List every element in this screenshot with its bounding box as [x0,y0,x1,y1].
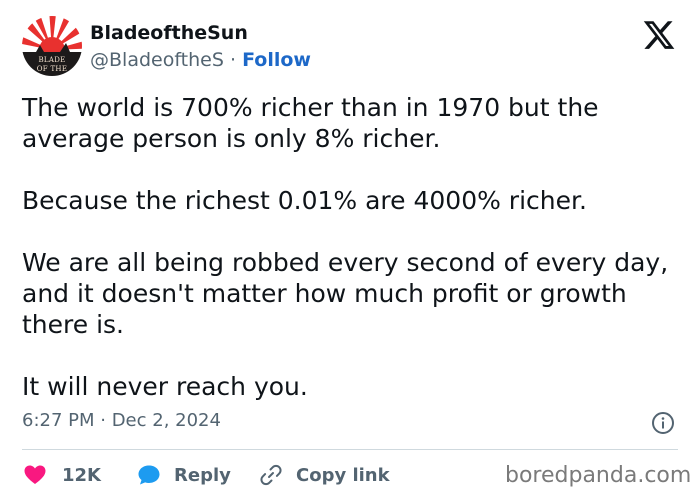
tweet-paragraph: It will never reach you. [22,372,308,401]
copy-link-button[interactable]: Copy link [258,458,390,492]
tweet-paragraph: Because the richest 0.01% are 4000% rich… [22,186,587,215]
heart-icon [24,465,46,484]
avatar-text: OF THE [36,65,68,73]
tweet-text: The world is 700% richer than in 1970 bu… [22,92,682,402]
handle[interactable]: @BladeoftheS [90,49,224,71]
timestamp[interactable]: 6:27 PM · Dec 2, 2024 [22,410,221,431]
reply-label: Reply [174,464,231,486]
handle-row: @BladeoftheS · Follow [90,49,311,71]
copy-link-label: Copy link [296,464,390,486]
avatar-text: BLADE [38,56,66,64]
separator: · [229,49,237,71]
watermark: boredpanda.com [505,463,692,488]
info-icon[interactable] [651,411,675,435]
like-button[interactable]: 12K [22,458,101,492]
follow-button[interactable]: Follow [242,49,311,71]
tweet-paragraph: We are all being robbed every second of … [22,248,669,339]
tweet-paragraph: The world is 700% richer than in 1970 bu… [22,93,599,153]
x-logo-icon[interactable] [642,18,676,52]
reply-button[interactable]: Reply [136,458,231,492]
avatar[interactable]: BLADE OF THE [22,16,82,76]
link-icon [260,464,282,486]
speech-bubble-icon [138,465,160,485]
divider [22,449,678,450]
like-count: 12K [62,464,101,486]
display-name[interactable]: BladeoftheSun [90,22,248,44]
